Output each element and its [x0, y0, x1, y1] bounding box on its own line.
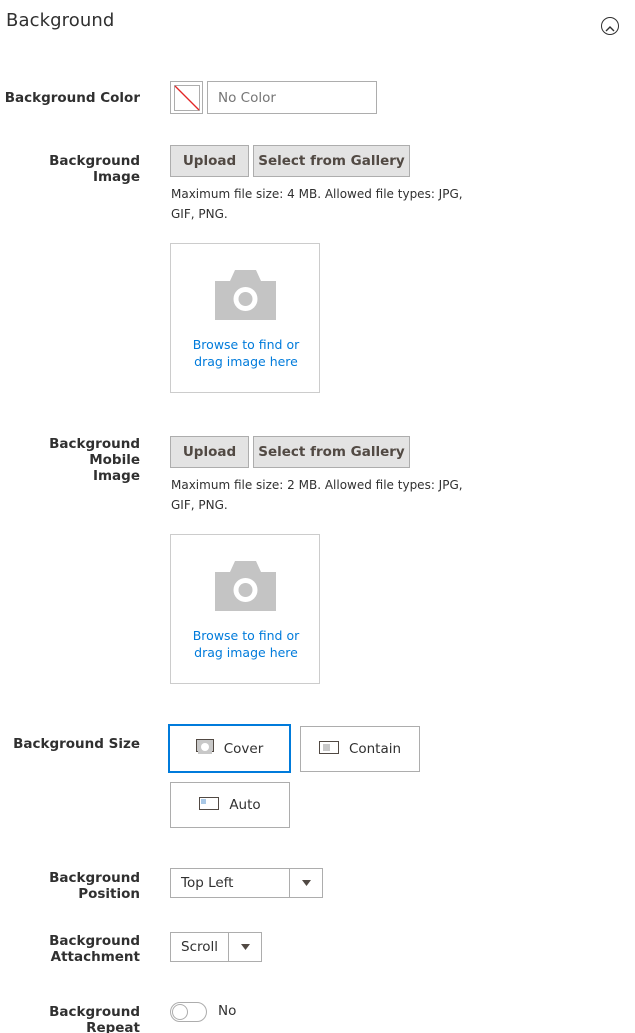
auto-icon [199, 796, 220, 814]
repeat-toggle[interactable] [170, 1002, 207, 1022]
background-repeat-label: Background Repeat [49, 1004, 140, 1033]
chevron-up-icon [605, 17, 615, 36]
upload-button[interactable]: Upload [170, 145, 249, 177]
background-mobile-image-label: Background Mobile Image [49, 436, 140, 484]
background-size-label: Background Size [13, 736, 140, 752]
chevron-down-icon [289, 869, 322, 897]
cover-icon [195, 738, 214, 759]
mobile-browse-link[interactable]: Browse to find or drag image here [171, 627, 321, 661]
collapse-button[interactable] [601, 17, 619, 35]
size-option-contain[interactable]: Contain [300, 726, 420, 772]
image-dropzone[interactable]: Browse to find or drag image here [170, 243, 320, 393]
background-position-label: Background Position [49, 870, 140, 902]
browse-link[interactable]: Browse to find or drag image here [171, 336, 321, 370]
color-swatch[interactable] [170, 81, 203, 114]
camera-icon [215, 268, 276, 324]
chevron-down-icon [228, 933, 261, 961]
mobile-upload-button[interactable]: Upload [170, 436, 249, 468]
contain-icon [318, 740, 339, 758]
background-attachment-label: Background Attachment [49, 933, 140, 965]
file-size-note: Maximum file size: 4 MB. Allowed file ty… [171, 187, 463, 221]
section-title: Background [6, 10, 115, 31]
background-color-label: Background Color [4, 90, 140, 106]
no-color-icon [174, 85, 200, 111]
size-option-auto[interactable]: Auto [170, 782, 290, 828]
toggle-knob [172, 1004, 188, 1020]
repeat-toggle-state: No [218, 1003, 237, 1019]
background-image-label: Background Image [49, 153, 140, 185]
position-select[interactable]: Top Left [170, 868, 323, 898]
mobile-image-dropzone[interactable]: Browse to find or drag image here [170, 534, 320, 684]
mobile-file-size-note: Maximum file size: 2 MB. Allowed file ty… [171, 478, 463, 512]
select-from-gallery-button[interactable]: Select from Gallery [253, 145, 410, 177]
camera-icon [215, 559, 276, 615]
mobile-select-from-gallery-button[interactable]: Select from Gallery [253, 436, 410, 468]
color-input[interactable] [207, 81, 377, 114]
size-option-cover[interactable]: Cover [168, 724, 291, 773]
attachment-select[interactable]: Scroll [170, 932, 262, 962]
